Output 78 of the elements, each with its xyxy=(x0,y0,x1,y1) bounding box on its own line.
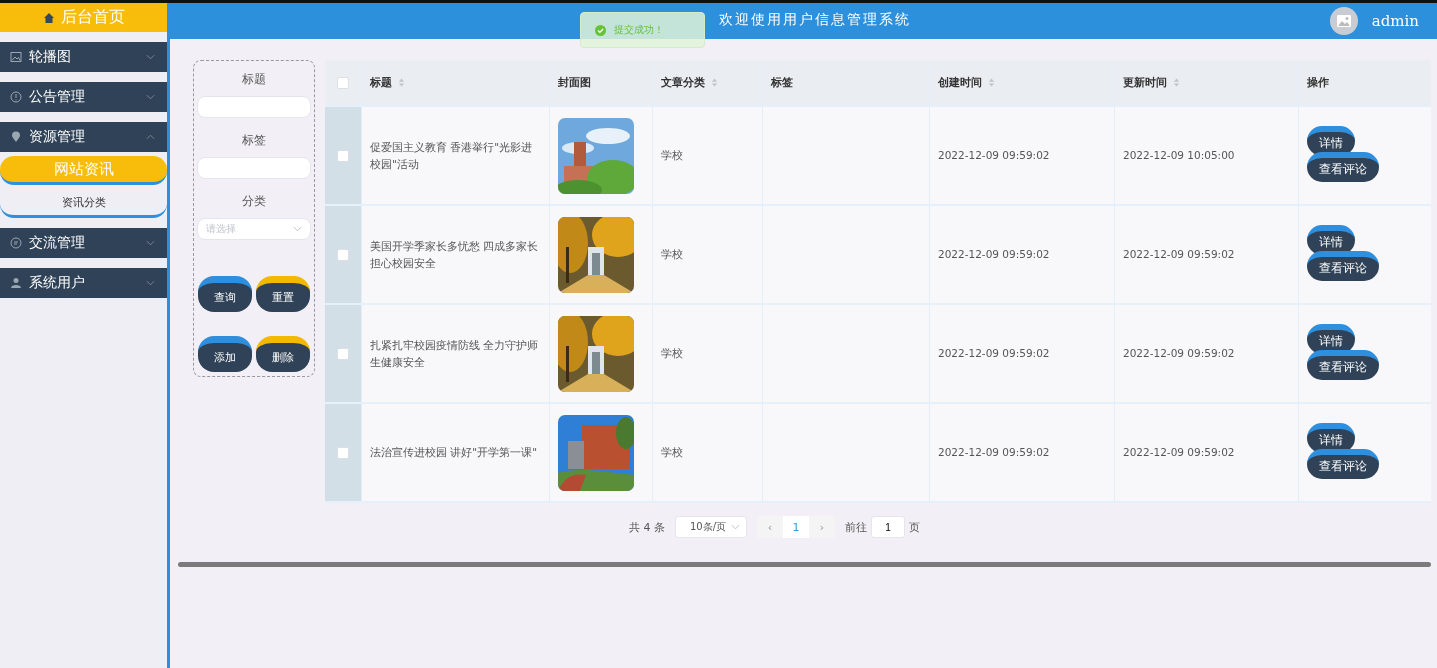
input-field[interactable] xyxy=(197,157,311,179)
row-action-button[interactable]: 详情 xyxy=(1307,422,1355,453)
total-count: 共 4 条 xyxy=(629,519,665,535)
action-button[interactable]: 重置 xyxy=(256,276,310,312)
field-label: 标签 xyxy=(241,132,267,149)
table-cell-text: 2022-12-09 09:59:02 xyxy=(1123,247,1235,263)
action-button[interactable]: 添加 xyxy=(198,336,252,372)
table-cell-text: 美国开学季家长多忧愁 四成多家长担心校园安全 xyxy=(370,238,540,271)
sidebar-menu-item[interactable]: 系统用户 xyxy=(0,268,167,298)
avatar-icon[interactable] xyxy=(1329,7,1358,35)
sidebar-menu-item[interactable]: 轮播图 xyxy=(0,42,167,72)
column-header: 标签 xyxy=(771,75,793,90)
toast-message: 提交成功！ xyxy=(614,23,664,37)
user-icon xyxy=(10,277,22,289)
chat-icon xyxy=(10,237,22,249)
table-cell-text: 2022-12-09 09:59:02 xyxy=(938,148,1050,164)
checkbox[interactable] xyxy=(337,446,349,459)
table-cell-text: 2022-12-09 09:59:02 xyxy=(1123,346,1235,362)
menu-label: 交流管理 xyxy=(29,234,86,252)
checkbox[interactable] xyxy=(337,149,349,162)
user-name: admin xyxy=(1371,12,1419,30)
table-cell-text: 2022-12-09 09:59:02 xyxy=(938,346,1050,362)
chevron-icon xyxy=(293,226,302,232)
sidebar-menu-item[interactable]: 交流管理 xyxy=(0,228,167,258)
chevron-icon xyxy=(731,524,740,530)
check-icon xyxy=(595,24,606,36)
menu-label: 系统用户 xyxy=(29,274,86,292)
sidebar-menu-item[interactable]: 资源管理 xyxy=(0,122,167,152)
row-action-button[interactable]: 查看评论 xyxy=(1307,250,1379,281)
checkbox[interactable] xyxy=(337,347,349,360)
sort-icon[interactable] xyxy=(988,77,995,88)
page-input[interactable]: 1 xyxy=(871,516,905,538)
info-icon xyxy=(10,91,22,103)
field-label: 分类 xyxy=(241,193,267,210)
action-button[interactable]: 删除 xyxy=(256,336,310,372)
sidebar-menu-item[interactable]: 公告管理 xyxy=(0,82,167,112)
goto-label: 前往 xyxy=(845,519,867,535)
column-header: 更新时间 xyxy=(1123,75,1167,90)
menu-label: 资源管理 xyxy=(29,128,86,146)
row-action-button[interactable]: 查看评论 xyxy=(1307,448,1379,479)
action-button[interactable]: 查询 xyxy=(198,276,252,312)
sort-icon[interactable] xyxy=(1173,77,1180,88)
row-action-button[interactable]: 查看评论 xyxy=(1307,151,1379,182)
menu-label: 公告管理 xyxy=(29,88,86,106)
row-action-button[interactable]: 详情 xyxy=(1307,224,1355,255)
table-cell-text: 促爱国主义教育 香港举行"光影进校园"活动 xyxy=(370,139,534,172)
table-cell-text: 学校 xyxy=(661,346,683,362)
table-cell-text: 2022-12-09 09:59:02 xyxy=(1123,445,1235,461)
column-header: 操作 xyxy=(1307,75,1329,90)
checkbox[interactable] xyxy=(337,248,349,261)
table-cell-text: 扎紧扎牢校园疫情防线 全力守护师生健康安全 xyxy=(370,337,540,370)
table-cell-text: 学校 xyxy=(661,148,683,164)
field-label: 标题 xyxy=(241,71,267,88)
column-header: 创建时间 xyxy=(938,75,982,90)
table-cell-text: 2022-12-09 09:59:02 xyxy=(938,247,1050,263)
header-title: 欢迎使用用户信息管理系统 xyxy=(719,11,911,29)
sort-icon[interactable] xyxy=(711,77,718,88)
row-action-button[interactable]: 详情 xyxy=(1307,125,1355,156)
menu-label: 轮播图 xyxy=(29,48,72,66)
column-header: 标题 xyxy=(370,75,392,90)
table-cell-text: 2022-12-09 09:59:02 xyxy=(938,445,1050,461)
table-cell-text: 2022-12-09 10:05:00 xyxy=(1123,148,1235,164)
input-field[interactable] xyxy=(197,96,311,118)
column-header: 文章分类 xyxy=(661,75,705,90)
scrollbar[interactable] xyxy=(178,562,1431,567)
table-cell-text: 法治宣传进校园 讲好"开学第一课" xyxy=(370,445,537,461)
table-cell-text: 学校 xyxy=(661,445,683,461)
row-action-button[interactable]: 查看评论 xyxy=(1307,349,1379,380)
sort-icon[interactable] xyxy=(398,77,405,88)
image-icon xyxy=(10,51,22,63)
location-pin-icon xyxy=(10,131,22,143)
checkbox[interactable] xyxy=(337,76,349,89)
row-action-button[interactable]: 详情 xyxy=(1307,323,1355,354)
table-cell-text: 学校 xyxy=(661,247,683,263)
page-size-select[interactable]: 10条/页 xyxy=(675,516,747,538)
page-unit-label: 页 xyxy=(909,519,920,535)
column-header: 封面图 xyxy=(558,75,591,90)
house-icon xyxy=(42,11,55,24)
